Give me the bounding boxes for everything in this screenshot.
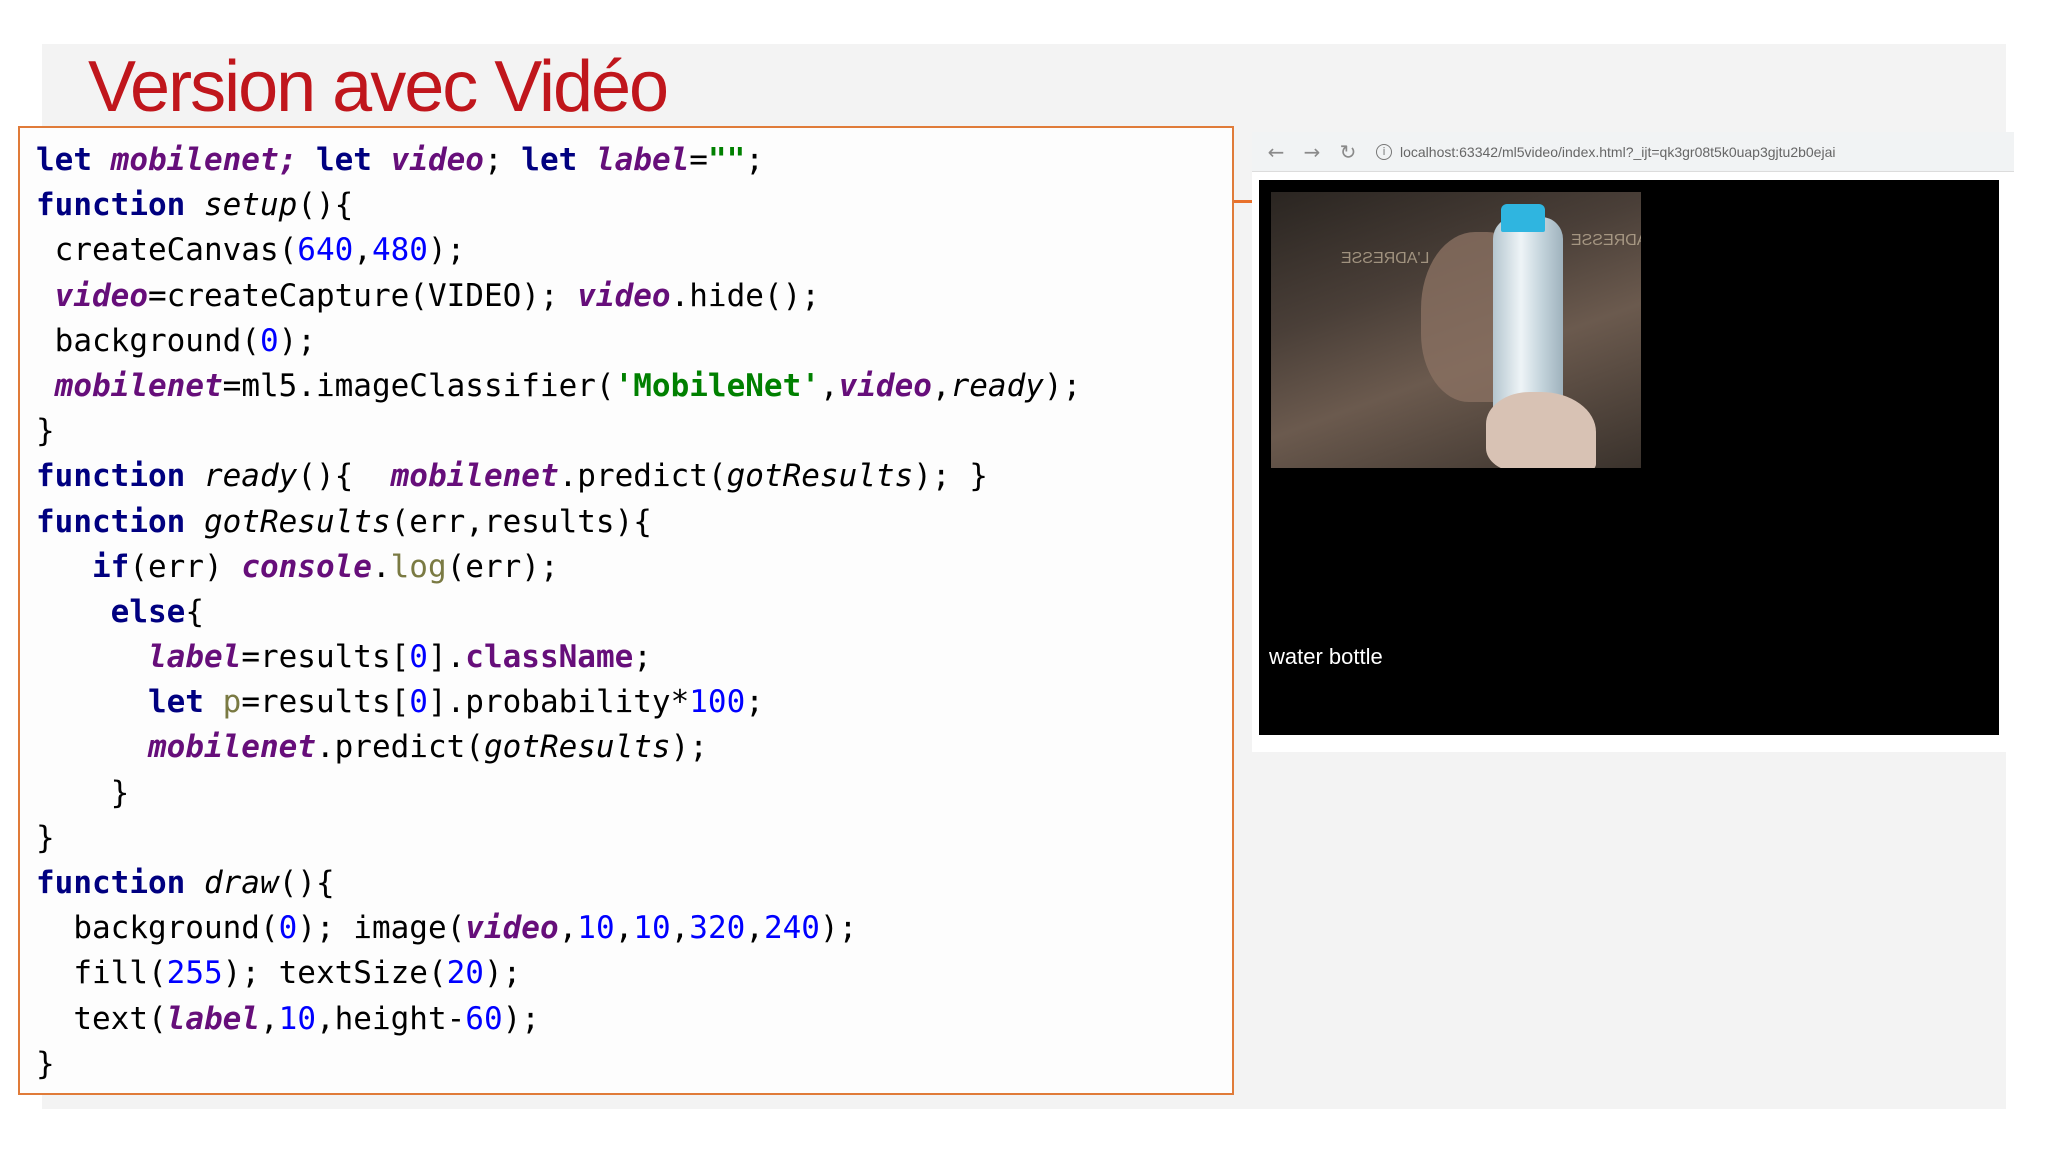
video-sign-right: L'ADRESSE (1571, 232, 1641, 249)
address-url: localhost:63342/ml5video/index.html?_ijt… (1400, 144, 1836, 160)
info-icon[interactable]: i (1376, 144, 1392, 160)
video-hand (1486, 392, 1596, 468)
bottle-cap (1501, 204, 1545, 232)
address-bar[interactable]: i localhost:63342/ml5video/index.html?_i… (1376, 138, 2006, 166)
code-line-18: background(0); image(video,10,10,320,240… (36, 910, 858, 947)
code-line-15: } (36, 774, 130, 811)
video-sign-left: L'ADRESSE (1341, 250, 1430, 267)
slide: Version avec Vidéo let mobilenet; let vi… (0, 0, 2048, 1152)
code-line-9: function gotResults(err,results){ (36, 503, 652, 540)
connector-line (1234, 200, 1252, 203)
browser-window: ← → ↻ i localhost:63342/ml5video/index.h… (1252, 132, 2014, 752)
code-line-1: let mobilenet; let video; let label=""; (36, 142, 764, 178)
code-line-19: fill(255); textSize(20); (36, 955, 522, 992)
code-line-20: text(label,10,height-60); (36, 1000, 540, 1037)
code-block: let mobilenet; let video; let label=""; … (18, 126, 1234, 1095)
code-line-11: else{ (110, 593, 204, 630)
code-line-8: function ready(){ mobilenet.predict(gotR… (36, 458, 988, 495)
arrow-left-icon[interactable]: ← (1262, 138, 1290, 166)
classification-label: water bottle (1269, 644, 1383, 669)
code-line-2: function setup(){ (36, 187, 354, 224)
reload-icon[interactable]: ↻ (1334, 138, 1362, 166)
code-line-4: video=createCapture(VIDEO); video.hide()… (54, 277, 820, 314)
code-line-16: } (36, 819, 55, 856)
code-line-5: background(0); (36, 322, 316, 359)
code-line-7: } (36, 413, 55, 450)
code-line-3: createCanvas(640,480); (36, 232, 466, 269)
code-line-14: mobilenet.predict(gotResults); (147, 729, 708, 766)
code-line-10: if(err) console.log(err); (92, 548, 559, 585)
slide-title: Version avec Vidéo (88, 47, 669, 127)
p5-canvas: L'ADRESSE L'ADRESSE water bottle (1259, 180, 1999, 735)
browser-toolbar: ← → ↻ i localhost:63342/ml5video/index.h… (1252, 132, 2014, 172)
code-line-21: } (36, 1045, 55, 1082)
code-line-12: label=results[0].className; (147, 639, 652, 676)
code-line-17: function draw(){ (36, 865, 335, 901)
code-line-6: mobilenet=ml5.imageClassifier('MobileNet… (54, 367, 1082, 404)
code-line-13: let p=results[0].probability*100; (147, 684, 764, 721)
video-feed: L'ADRESSE L'ADRESSE (1271, 192, 1641, 468)
arrow-right-icon[interactable]: → (1298, 138, 1326, 166)
